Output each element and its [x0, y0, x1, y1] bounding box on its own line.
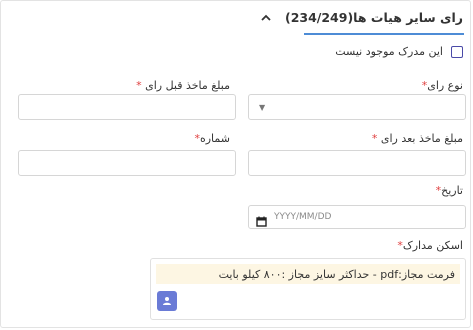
no-document-row[interactable]: این مدرک موجود نیست — [335, 45, 463, 58]
scan-label: اسکن مدارک* — [397, 239, 463, 252]
date-label: تاریخ* — [435, 184, 463, 197]
vote-type-label: نوع رای* — [421, 79, 463, 92]
no-document-label: این مدرک موجود نیست — [335, 45, 443, 58]
amount-after-input[interactable] — [248, 150, 466, 176]
section-header-underline — [304, 33, 464, 35]
number-label: شماره* — [194, 132, 230, 145]
vote-type-select[interactable]: ▼ — [248, 94, 466, 120]
upload-area[interactable]: فرمت مجاز:pdf - حداکثر سایز مجاز :۸۰۰ کی… — [150, 258, 466, 320]
section-header[interactable]: رای سایر هیات ها(234/249) — [1, 1, 470, 34]
upload-note: فرمت مجاز:pdf - حداکثر سایز مجاز :۸۰۰ کی… — [156, 264, 460, 284]
amount-after-label: مبلغ ماخذ بعد رای * — [371, 132, 463, 145]
section-panel: رای سایر هیات ها(234/249) این مدرک موجود… — [0, 0, 471, 328]
amount-before-input[interactable] — [18, 94, 236, 120]
date-placeholder: YYYY/MM/DD — [274, 212, 332, 222]
chevron-up-icon[interactable] — [259, 11, 273, 25]
amount-before-label: مبلغ ماخذ قبل رای * — [136, 79, 230, 92]
no-document-checkbox[interactable] — [451, 45, 463, 58]
date-input[interactable]: YYYY/MM/DD — [248, 205, 466, 229]
caret-down-icon: ▼ — [259, 103, 266, 112]
section-title: رای سایر هیات ها(234/249) — [284, 10, 463, 25]
calendar-icon[interactable] — [256, 212, 267, 231]
upload-user-icon[interactable] — [157, 291, 177, 311]
number-input[interactable] — [18, 150, 236, 176]
